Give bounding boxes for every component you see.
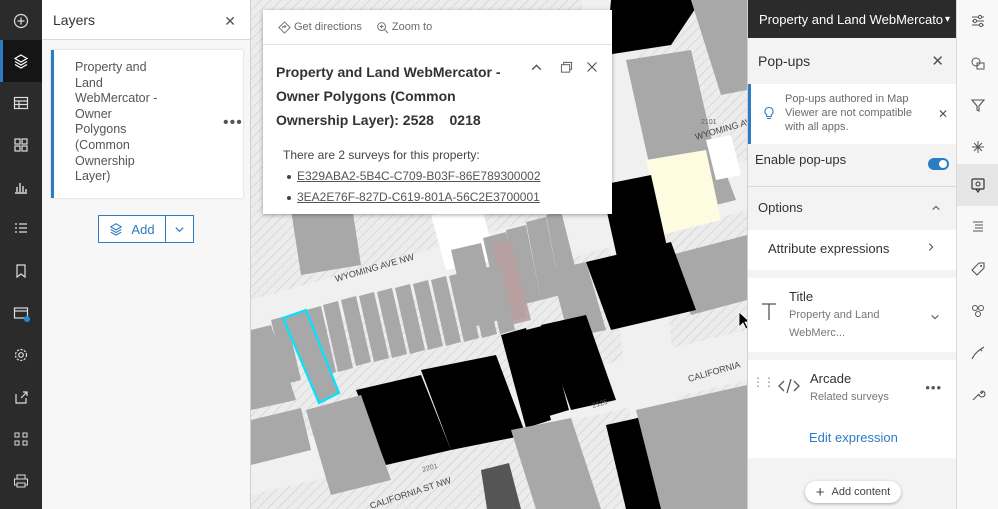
notice-text: Pop-ups authored in Map Viewer are not c… (785, 93, 912, 133)
add-label: Add (131, 221, 155, 237)
layer-selector-label: Property and Land WebMercato (759, 11, 944, 27)
dock-icon[interactable] (557, 58, 575, 76)
compatibility-notice: Pop-ups authored in Map Viewer are not c… (748, 84, 956, 144)
popup-toolbar: Get directions Zoom to (263, 10, 612, 45)
get-directions-button[interactable]: Get directions (278, 20, 362, 34)
layers-panel: Layers ✕ Property and Land WebMercator -… (42, 0, 251, 509)
configure-icon[interactable] (957, 374, 998, 416)
layers-header: Layers ✕ (42, 0, 250, 40)
notification-dot (24, 316, 30, 322)
left-toolbar (0, 0, 42, 509)
chevron-up-icon[interactable] (931, 203, 941, 216)
add-circle-icon[interactable] (0, 0, 42, 42)
styles-icon[interactable] (957, 42, 998, 84)
popup-title: Property and Land WebMercator - Owner Po… (276, 64, 505, 128)
right-toolbar (956, 0, 998, 509)
filter-icon[interactable] (957, 84, 998, 126)
more-options-icon[interactable]: ••• (925, 380, 942, 395)
effects-icon[interactable] (957, 126, 998, 168)
layers-icon[interactable] (0, 40, 42, 82)
labels-icon[interactable] (957, 248, 998, 290)
layers-add-icon (110, 223, 123, 236)
divider (748, 186, 956, 187)
survey-link[interactable]: E329ABA2-5B4C-C709-B03F-86E789300002 (297, 166, 541, 187)
feature-popup: Get directions Zoom to Property and Land… (263, 10, 612, 214)
address-2101: 2101 (701, 119, 717, 126)
directions-label: Get directions (294, 21, 362, 33)
apps-icon[interactable] (0, 418, 42, 460)
attribute-expressions-row[interactable]: Attribute expressions (748, 230, 956, 270)
text-icon (762, 303, 776, 320)
code-icon (778, 378, 800, 394)
sketch-icon[interactable] (957, 332, 998, 374)
zoom-label: Zoom to (391, 21, 433, 33)
attribute-expressions-label: Attribute expressions (768, 241, 890, 256)
zoom-to-button[interactable]: Zoom to (376, 21, 432, 34)
directions-icon (278, 20, 291, 34)
add-layer-button[interactable]: Add (98, 215, 166, 243)
drag-handle-icon[interactable]: ⋮⋮ (752, 376, 775, 388)
charts-icon[interactable] (0, 166, 42, 208)
more-options-icon[interactable]: ••• (223, 114, 243, 132)
survey-intro: There are 2 surveys for this property: (283, 148, 480, 162)
layer-name: Property and Land WebMercator - Owner Po… (75, 60, 158, 184)
options-label[interactable]: Options (758, 200, 803, 215)
close-icon[interactable] (583, 58, 601, 76)
print-icon[interactable] (0, 460, 42, 502)
add-dropdown-button[interactable] (166, 215, 194, 243)
add-layer-control: Add (98, 215, 194, 243)
zoom-icon (377, 21, 389, 33)
survey-link[interactable]: 3EA2E76F-827D-C619-801A-56C2E3700001 (297, 187, 540, 208)
add-content-button[interactable]: + Add content (805, 481, 901, 503)
popup-config-panel: Property and Land WebMercato ▾ Pop-ups ✕… (747, 0, 956, 509)
arcade-card-value: Related surveys (810, 391, 889, 403)
enable-popups-row: Enable pop-ups (755, 152, 955, 167)
title-card-label: Title (789, 289, 814, 304)
enable-popups-toggle[interactable] (928, 158, 949, 170)
chevron-right-icon (926, 240, 936, 255)
properties-icon[interactable] (957, 0, 998, 42)
popups-icon[interactable] (957, 164, 998, 206)
settings-icon[interactable] (0, 334, 42, 376)
chevron-down-icon[interactable] (930, 309, 940, 327)
arcade-card-label: Arcade (810, 371, 852, 386)
media-icon[interactable] (0, 292, 42, 334)
edit-expression-link[interactable]: Edit expression (809, 430, 898, 445)
chevron-down-icon: ▾ (945, 13, 951, 25)
enable-popups-label: Enable pop-ups (755, 152, 847, 167)
clustering-icon[interactable] (957, 290, 998, 332)
popups-title: Pop-ups (758, 53, 811, 69)
close-icon[interactable]: ✕ (938, 107, 948, 121)
lightbulb-icon (764, 106, 774, 120)
table-icon[interactable] (0, 82, 42, 124)
title-card-value: Property and Land WebMerc... (789, 309, 880, 339)
share-icon[interactable] (0, 376, 42, 418)
chevron-down-icon (175, 226, 184, 232)
add-content-label: Add content (831, 486, 891, 498)
fields-icon[interactable] (957, 206, 998, 248)
popups-header: Pop-ups ✕ (748, 38, 956, 84)
collapse-icon[interactable] (527, 58, 545, 76)
popup-content: There are 2 surveys for this property: E… (283, 145, 541, 208)
legend-icon[interactable] (0, 208, 42, 250)
plus-icon: + (815, 483, 825, 501)
close-icon[interactable]: ✕ (931, 52, 944, 70)
layer-item[interactable]: Property and Land WebMercator - Owner Po… (51, 50, 243, 198)
survey-list-item: 3EA2E76F-827D-C619-801A-56C2E3700001 (283, 187, 541, 208)
layer-selector[interactable]: Property and Land WebMercato ▾ (748, 0, 956, 38)
map-viewer-app: Layers ✕ Property and Land WebMercator -… (0, 0, 998, 509)
survey-list-item: E329ABA2-5B4C-C709-B03F-86E789300002 (283, 166, 541, 187)
close-icon[interactable]: ✕ (224, 13, 236, 30)
basemap-icon[interactable] (0, 124, 42, 166)
bookmark-icon[interactable] (0, 250, 42, 292)
title-content-card[interactable]: Title Property and Land WebMerc... (748, 278, 956, 352)
layers-title: Layers (53, 11, 96, 28)
